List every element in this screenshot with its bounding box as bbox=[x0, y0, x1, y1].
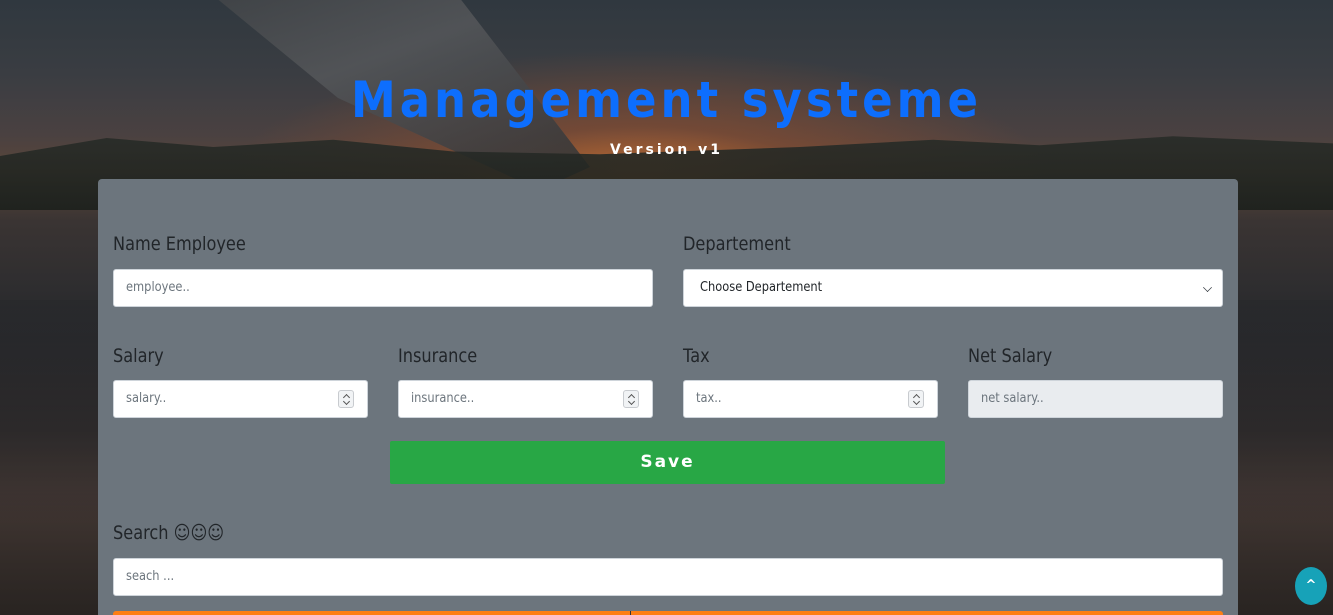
net-salary-label: Net Salary bbox=[968, 345, 1053, 367]
insurance-spinner-icon[interactable] bbox=[623, 390, 639, 408]
name-employee-placeholder: employee.. bbox=[126, 280, 190, 295]
tax-placeholder: tax.. bbox=[696, 391, 722, 406]
insurance-input[interactable]: insurance.. bbox=[398, 380, 653, 418]
department-label: Departement bbox=[683, 233, 791, 255]
department-selected-value: Choose Departement bbox=[700, 280, 823, 295]
salary-label: Salary bbox=[113, 345, 164, 367]
search-label: Search ☺☺☺ bbox=[113, 522, 225, 544]
version-label: Version v1 bbox=[610, 142, 723, 158]
tax-label: Tax bbox=[683, 345, 710, 367]
scroll-to-top-button[interactable]: ^ bbox=[1295, 567, 1327, 605]
search-placeholder: seach ... bbox=[126, 569, 175, 584]
table-header-strip bbox=[113, 611, 1223, 615]
name-employee-label: Name Employee bbox=[113, 233, 246, 255]
net-salary-placeholder: net salary.. bbox=[981, 391, 1044, 406]
salary-spinner-icon[interactable] bbox=[338, 390, 354, 408]
tax-spinner-icon[interactable] bbox=[908, 390, 924, 408]
insurance-label: Insurance bbox=[398, 345, 478, 367]
chevron-down-icon bbox=[1203, 283, 1212, 292]
table-header-divider bbox=[630, 611, 631, 615]
salary-input[interactable]: salary.. bbox=[113, 380, 368, 418]
salary-placeholder: salary.. bbox=[126, 391, 167, 406]
insurance-placeholder: insurance.. bbox=[411, 391, 475, 406]
search-input[interactable]: seach ... bbox=[113, 558, 1223, 596]
page-header: Management systeme Version v1 bbox=[0, 70, 1333, 158]
page-title: Management systeme bbox=[350, 71, 983, 129]
employee-form-panel: Name Employee employee.. Departement Cho… bbox=[98, 179, 1238, 615]
department-select[interactable]: Choose Departement bbox=[683, 269, 1223, 307]
net-salary-input: net salary.. bbox=[968, 380, 1223, 418]
name-employee-input[interactable]: employee.. bbox=[113, 269, 653, 307]
tax-input[interactable]: tax.. bbox=[683, 380, 938, 418]
save-button[interactable]: Save bbox=[390, 441, 945, 484]
